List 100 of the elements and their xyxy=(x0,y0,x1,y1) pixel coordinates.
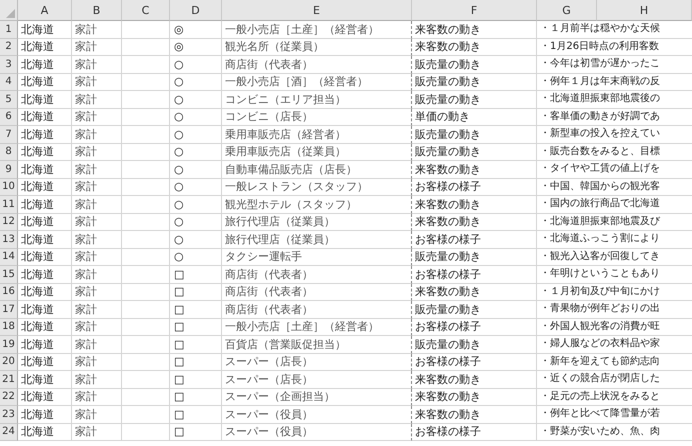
table-cell: 家計 xyxy=(72,424,122,441)
empty-cell xyxy=(122,266,170,284)
row-header[interactable]: 7 xyxy=(0,126,18,144)
table-cell: 家計 xyxy=(72,248,122,266)
table-cell: 旅行代理店（従業員） xyxy=(222,231,412,248)
table-cell: 販売量の動き xyxy=(412,74,537,91)
column-header[interactable]: C xyxy=(122,0,170,21)
table-cell: ・外国人観光客の消費が旺 xyxy=(537,318,692,336)
table-cell: ◎ xyxy=(170,21,222,38)
table-cell: 来客数の動き xyxy=(412,284,537,301)
table-cell: 北海道 xyxy=(18,214,72,231)
row-header[interactable]: 15 xyxy=(0,266,18,284)
empty-cell xyxy=(122,214,170,231)
row-header[interactable]: 11 xyxy=(0,196,18,214)
row-header[interactable]: 8 xyxy=(0,144,18,161)
row-header[interactable]: 14 xyxy=(0,248,18,266)
row-header[interactable]: 23 xyxy=(0,406,18,424)
table-cell: □ xyxy=(170,336,222,354)
row-header[interactable]: 10 xyxy=(0,178,18,196)
table-cell: ・婦人服などの衣料品や家 xyxy=(537,336,692,354)
table-cell: 北海道 xyxy=(18,284,72,301)
table-cell: お客様の様子 xyxy=(412,178,537,196)
table-cell: 来客数の動き xyxy=(412,371,537,388)
row-header[interactable]: 1 xyxy=(0,21,18,38)
table-cell: スーパー（役員） xyxy=(222,424,412,441)
column-header[interactable]: G xyxy=(537,0,597,21)
table-cell: お客様の様子 xyxy=(412,231,537,248)
table-cell: ・１月初旬及び中旬にかけ xyxy=(537,284,692,301)
row-header[interactable]: 2 xyxy=(0,38,18,56)
empty-cell xyxy=(122,178,170,196)
table-cell: お客様の様子 xyxy=(412,266,537,284)
table-cell: 販売量の動き xyxy=(412,126,537,144)
table-cell: 家計 xyxy=(72,214,122,231)
empty-cell xyxy=(122,248,170,266)
column-header[interactable]: F xyxy=(412,0,537,21)
table-cell: ○ xyxy=(170,178,222,196)
empty-cell xyxy=(122,126,170,144)
empty-cell xyxy=(122,424,170,441)
table-cell: 北海道 xyxy=(18,91,72,108)
table-cell: 百貨店（営業販促担当） xyxy=(222,336,412,354)
row-header[interactable]: 3 xyxy=(0,56,18,74)
table-cell: ・国内の旅行商品で北海道 xyxy=(537,196,692,214)
empty-cell xyxy=(122,196,170,214)
table-cell: 来客数の動き xyxy=(412,196,537,214)
empty-cell xyxy=(122,231,170,248)
table-cell: □ xyxy=(170,424,222,441)
table-cell: ・北海道胆振東部地震及び xyxy=(537,214,692,231)
column-header[interactable]: A xyxy=(18,0,72,21)
table-cell: ・１月前半は穏やかな天候 xyxy=(537,21,692,38)
row-header[interactable]: 17 xyxy=(0,301,18,318)
table-cell: スーパー（役員） xyxy=(222,406,412,424)
empty-cell xyxy=(122,108,170,126)
table-cell: 家計 xyxy=(72,196,122,214)
table-cell: 家計 xyxy=(72,161,122,178)
table-cell: スーパー（店長） xyxy=(222,371,412,388)
table-cell: 北海道 xyxy=(18,144,72,161)
table-cell: 家計 xyxy=(72,406,122,424)
row-header[interactable]: 13 xyxy=(0,231,18,248)
row-header[interactable]: 5 xyxy=(0,91,18,108)
table-cell: 家計 xyxy=(72,108,122,126)
row-header[interactable]: 4 xyxy=(0,74,18,91)
row-header[interactable]: 18 xyxy=(0,318,18,336)
table-cell: 北海道 xyxy=(18,108,72,126)
row-header[interactable]: 12 xyxy=(0,214,18,231)
row-header[interactable]: 24 xyxy=(0,424,18,441)
row-header[interactable]: 20 xyxy=(0,354,18,371)
column-header[interactable]: H xyxy=(597,0,692,21)
select-all-icon xyxy=(6,9,15,18)
empty-cell xyxy=(122,354,170,371)
table-cell: □ xyxy=(170,318,222,336)
table-cell: 家計 xyxy=(72,74,122,91)
table-cell: ○ xyxy=(170,196,222,214)
row-header[interactable]: 19 xyxy=(0,336,18,354)
table-cell: 北海道 xyxy=(18,266,72,284)
table-cell: 来客数の動き xyxy=(412,214,537,231)
row-header[interactable]: 16 xyxy=(0,284,18,301)
table-cell: 商店街（代表者） xyxy=(222,284,412,301)
column-header[interactable]: D xyxy=(170,0,222,21)
table-cell: 旅行代理店（従業員） xyxy=(222,214,412,231)
row-header[interactable]: 22 xyxy=(0,388,18,406)
table-cell: 北海道 xyxy=(18,161,72,178)
row-header[interactable]: 9 xyxy=(0,161,18,178)
table-cell: 北海道 xyxy=(18,248,72,266)
table-cell: ○ xyxy=(170,74,222,91)
empty-cell xyxy=(122,388,170,406)
table-cell: 家計 xyxy=(72,178,122,196)
column-header[interactable]: B xyxy=(72,0,122,21)
empty-cell xyxy=(122,301,170,318)
column-header[interactable]: E xyxy=(222,0,412,21)
row-header[interactable]: 21 xyxy=(0,371,18,388)
table-cell: 来客数の動き xyxy=(412,38,537,56)
table-cell: ○ xyxy=(170,248,222,266)
empty-cell xyxy=(122,91,170,108)
table-cell: ○ xyxy=(170,144,222,161)
table-cell: □ xyxy=(170,284,222,301)
empty-cell xyxy=(122,38,170,56)
row-header[interactable]: 6 xyxy=(0,108,18,126)
table-cell: 北海道 xyxy=(18,301,72,318)
table-cell: 販売量の動き xyxy=(412,336,537,354)
select-all-corner[interactable] xyxy=(0,0,18,21)
